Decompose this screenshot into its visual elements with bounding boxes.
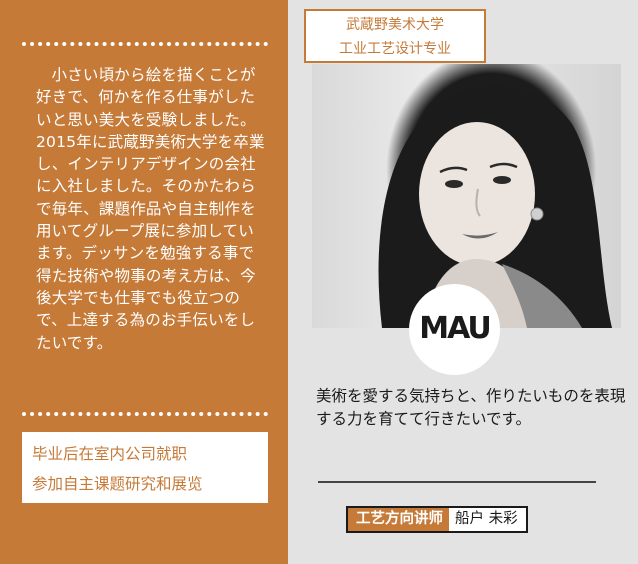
bottom-dotted-divider [22,412,268,416]
bio-text: 小さい頃から絵を描くことが好きで、何かを作る仕事がしたいと思い美大を受験しました… [36,66,265,352]
top-dotted-divider [22,42,268,46]
career-line-1: 毕业后在室内公司就职 [32,445,188,463]
teacher-name: 船户 未彩 [449,508,526,531]
career-line-2: 参加自主课题研究和展览 [32,475,203,493]
mau-logo-text: MAU [419,311,492,346]
quote-divider [318,481,596,483]
teacher-name-tag: 工艺方向讲师 船户 未彩 [346,506,528,533]
school-label-box: 武蔵野美术大学 工业工艺设计专业 [304,9,486,63]
school-name: 武蔵野美术大学 [346,17,444,33]
department-name: 工业工艺设计专业 [339,41,451,57]
teacher-role: 工艺方向讲师 [348,508,449,531]
career-box: 毕业后在室内公司就职 参加自主课题研究和展览 [22,432,268,503]
teacher-quote: 美術を愛する気持ちと、作りたいものを表現する力を育てて行きたいです。 [316,387,626,428]
mau-logo: MAU [409,284,500,375]
